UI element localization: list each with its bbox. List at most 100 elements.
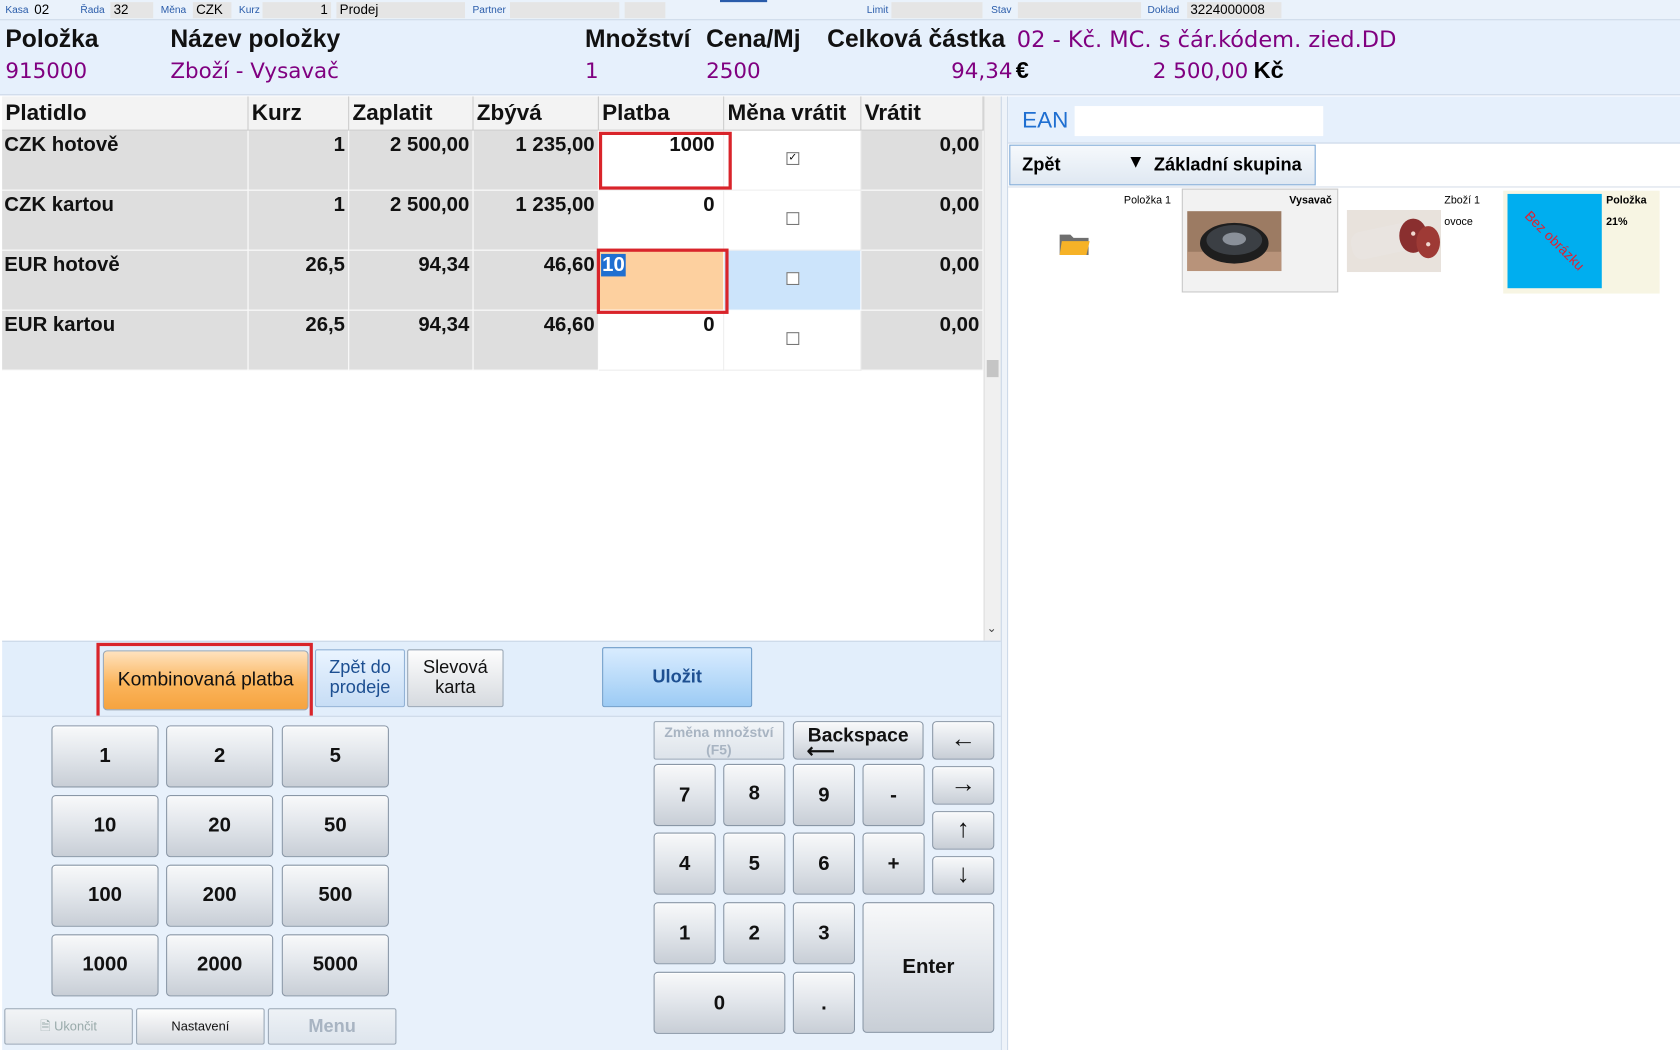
mena-vratit-cell[interactable]: ✓ bbox=[724, 130, 862, 191]
quick-amount-1000[interactable]: 1000 bbox=[51, 934, 159, 997]
checkbox[interactable] bbox=[786, 332, 800, 346]
checkbox[interactable] bbox=[786, 272, 800, 286]
kurz-cell: 1 bbox=[248, 190, 350, 251]
mena-vratit-cell[interactable] bbox=[724, 250, 862, 311]
digit-1-button[interactable]: 1 bbox=[653, 902, 716, 965]
digit-4-button[interactable]: 4 bbox=[653, 832, 716, 895]
settings-button[interactable]: Nastavení bbox=[136, 1008, 265, 1045]
product-tile-folder[interactable]: Položka 1 bbox=[1016, 190, 1180, 294]
kurz-cell: 1 bbox=[248, 130, 350, 191]
decimal-point-button[interactable]: . bbox=[792, 971, 856, 1034]
stav-value bbox=[1017, 2, 1142, 19]
quick-amount-1[interactable]: 1 bbox=[51, 725, 159, 788]
column-header-mena-vratit[interactable]: Měna vrátit bbox=[724, 96, 862, 131]
digit-8-button[interactable]: 8 bbox=[723, 763, 786, 827]
column-header-zaplatit[interactable]: Zaplatit bbox=[349, 96, 474, 131]
quick-amount-5000[interactable]: 5000 bbox=[281, 934, 389, 997]
digit-7-button[interactable]: 7 bbox=[653, 763, 716, 827]
arrow-up-icon[interactable]: ↑ bbox=[932, 811, 995, 850]
arrow-right-icon[interactable]: → bbox=[932, 766, 995, 805]
vratit-cell: 0,00 bbox=[861, 310, 984, 371]
enter-button[interactable]: Enter bbox=[862, 902, 995, 1033]
digit-2-button[interactable]: 2 bbox=[723, 902, 786, 965]
platba-input[interactable]: 0 bbox=[598, 190, 725, 251]
back-to-sale-button[interactable]: Zpět do prodeje bbox=[315, 649, 406, 708]
quick-amount-50[interactable]: 50 bbox=[281, 795, 389, 858]
mena-vratit-cell[interactable] bbox=[724, 190, 862, 251]
backspace-arrow-icon: ⟵ bbox=[806, 740, 835, 762]
ean-bar: EAN bbox=[1008, 96, 1680, 144]
exit-button[interactable]: 🗎 Ukončit bbox=[4, 1008, 133, 1045]
item-name: Zboží - Vysavač bbox=[170, 57, 339, 84]
column-header-kurz[interactable]: Kurz bbox=[248, 96, 350, 131]
col-item-label: Položka bbox=[5, 24, 99, 53]
app-window: Kasa 02 Řada 32 Měna CZK Kurz 1 Prodej P… bbox=[0, 0, 1680, 1050]
quick-amount-10[interactable]: 10 bbox=[51, 795, 159, 858]
checkbox-checked[interactable]: ✓ bbox=[786, 152, 800, 166]
kasa-label: Kasa bbox=[5, 4, 29, 17]
discount-card-button[interactable]: Slevová karta bbox=[407, 649, 504, 708]
quick-amount-500[interactable]: 500 bbox=[281, 864, 389, 927]
quick-amount-2000[interactable]: 2000 bbox=[166, 934, 274, 997]
platidlo-cell: CZK hotově bbox=[2, 130, 249, 191]
product-tile-vacuum[interactable]: Vysavač bbox=[1181, 188, 1339, 293]
column-header-zbyva[interactable]: Zbývá bbox=[473, 96, 599, 131]
group-selector[interactable]: Zpět ▼ Základní skupina bbox=[1009, 144, 1316, 186]
column-header-vratit[interactable]: Vrátit bbox=[861, 96, 984, 131]
quick-amount-2[interactable]: 2 bbox=[166, 725, 274, 788]
table-row-selected[interactable]: EUR hotově 26,5 94,34 46,60 10 0,00 bbox=[2, 250, 984, 311]
discount-line-2: karta bbox=[435, 677, 476, 698]
checkbox[interactable] bbox=[786, 212, 800, 226]
minus-button[interactable]: - bbox=[862, 763, 925, 827]
column-header-platidlo[interactable]: Platidlo bbox=[2, 96, 249, 131]
quick-amount-20[interactable]: 20 bbox=[166, 795, 274, 858]
vratit-cell: 0,00 bbox=[861, 250, 984, 311]
ean-input[interactable] bbox=[1074, 106, 1324, 137]
discount-line-1: Slevová bbox=[422, 656, 488, 678]
scroll-down-icon[interactable]: ⌄ bbox=[987, 621, 997, 635]
no-image-placeholder: Bez obrázku bbox=[1507, 193, 1602, 289]
column-header-platba[interactable]: Platba bbox=[598, 96, 725, 131]
digit-6-button[interactable]: 6 bbox=[792, 832, 856, 895]
digit-9-button[interactable]: 9 bbox=[792, 763, 856, 827]
quick-amount-100[interactable]: 100 bbox=[51, 864, 159, 927]
arrow-down-icon[interactable]: ↓ bbox=[932, 856, 995, 895]
table-row[interactable]: CZK hotově 1 2 500,00 1 235,00 1000 ✓ 0,… bbox=[2, 130, 984, 191]
tab-indicator bbox=[720, 0, 768, 3]
save-payment-button[interactable]: Uložit platbu(F12) bbox=[602, 647, 753, 745]
mena-vratit-cell[interactable] bbox=[724, 310, 862, 371]
dropdown-caret-icon[interactable]: ▼ bbox=[1130, 154, 1141, 170]
tile-sublabel: ovoce bbox=[1444, 216, 1473, 229]
platba-input[interactable]: 0 bbox=[598, 310, 725, 371]
item-code: 915000 bbox=[5, 57, 88, 84]
change-quantity-button[interactable]: Změna množství (F5) bbox=[653, 721, 785, 760]
zaplatit-cell: 2 500,00 bbox=[349, 190, 474, 251]
total-czk: 2 500,00 bbox=[1152, 57, 1249, 84]
panel-splitter[interactable] bbox=[1000, 96, 1009, 1050]
digit-0-button[interactable]: 0 bbox=[653, 971, 786, 1034]
backspace-button[interactable]: Backspace ⟵ bbox=[792, 721, 924, 762]
quick-amount-5[interactable]: 5 bbox=[281, 725, 389, 788]
kurz-cell: 26,5 bbox=[248, 310, 350, 371]
table-row[interactable]: CZK kartou 1 2 500,00 1 235,00 0 0,00 bbox=[2, 190, 984, 251]
menu-button[interactable]: Menu bbox=[267, 1008, 397, 1045]
digit-3-button[interactable]: 3 bbox=[792, 902, 856, 965]
grid-scrollbar[interactable]: ⌄ bbox=[983, 96, 1001, 641]
back-line-1: Zpět do bbox=[329, 656, 391, 678]
platidlo-cell: EUR hotově bbox=[2, 250, 249, 311]
folder-icon bbox=[1059, 234, 1090, 256]
status-bar: Kasa 02 Řada 32 Měna CZK Kurz 1 Prodej P… bbox=[0, 0, 1680, 21]
zaplatit-cell: 94,34 bbox=[349, 310, 474, 371]
arrow-left-icon[interactable]: ← bbox=[932, 721, 995, 760]
product-tile-salami[interactable]: Zboží 1 ovoce bbox=[1343, 190, 1501, 294]
plus-button[interactable]: + bbox=[862, 832, 925, 895]
scrollbar-thumb[interactable] bbox=[986, 360, 999, 378]
table-row[interactable]: EUR kartou 26,5 94,34 46,60 0 0,00 bbox=[2, 310, 984, 371]
digit-5-button[interactable]: 5 bbox=[723, 832, 786, 895]
zaplatit-cell: 94,34 bbox=[349, 250, 474, 311]
exit-label: Ukončit bbox=[54, 1018, 97, 1034]
quick-amount-200[interactable]: 200 bbox=[166, 864, 274, 927]
product-tile-placeholder[interactable]: Bez obrázku Položka 21% bbox=[1503, 190, 1660, 294]
col-name-label: Název položky bbox=[170, 24, 341, 53]
back-label[interactable]: Zpět bbox=[1022, 154, 1060, 175]
